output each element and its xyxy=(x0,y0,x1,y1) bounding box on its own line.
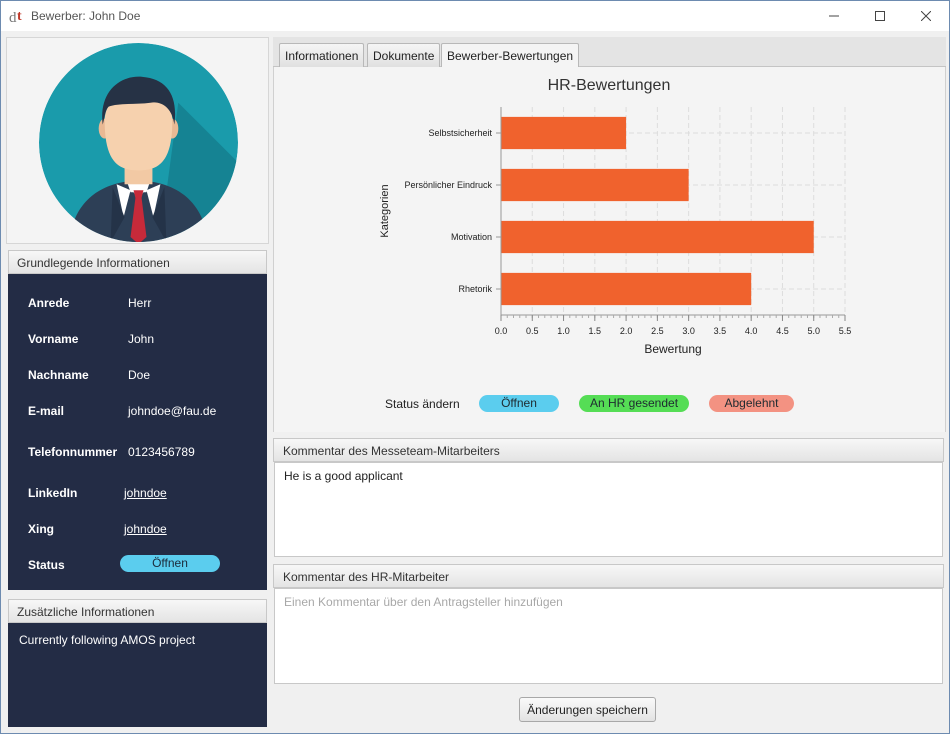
field-label: Telefonnummer xyxy=(28,445,118,459)
bar xyxy=(501,220,814,254)
x-tick-label: 1.0 xyxy=(557,326,570,336)
basic-info-header: Grundlegende Informationen xyxy=(8,250,267,274)
window-title: Bewerber: John Doe xyxy=(31,9,141,23)
tab-bar: Informationen Dokumente Bewerber-Bewertu… xyxy=(273,37,946,68)
avatar-container xyxy=(6,37,269,244)
avatar xyxy=(39,43,238,242)
x-tick-label: 5.0 xyxy=(807,326,820,336)
field-label: Nachname xyxy=(28,368,89,382)
x-tick-label: 5.5 xyxy=(839,326,852,336)
additional-info-header: Zusätzliche Informationen xyxy=(8,599,267,623)
tab-informationen[interactable]: Informationen xyxy=(279,43,365,67)
x-tick-label: 0.5 xyxy=(526,326,539,336)
x-tick-label: 3.5 xyxy=(714,326,727,336)
bar xyxy=(501,272,752,306)
y-tick-label: Persönlicher Eindruck xyxy=(404,180,492,190)
status-badge: Öffnen xyxy=(120,555,220,572)
applicant-sidebar: Grundlegende Informationen Anrede Herr V… xyxy=(6,37,269,731)
x-tick-label: 2.5 xyxy=(651,326,664,336)
field-value: Herr xyxy=(128,296,152,310)
basic-info-panel: Anrede Herr Vorname John Nachname Doe E-… xyxy=(8,274,267,590)
field-label: Vorname xyxy=(28,332,79,346)
application-window: d t Bewerber: John Doe Grundlegende Info… xyxy=(0,0,950,734)
x-tick-label: 4.5 xyxy=(776,326,789,336)
hr-comment-field[interactable] xyxy=(274,588,943,684)
x-tick-label: 0.0 xyxy=(495,326,508,336)
field-value: Doe xyxy=(128,368,151,382)
maximize-button[interactable] xyxy=(857,1,903,31)
tab-bewerber-bewertungen[interactable]: Bewerber-Bewertungen xyxy=(441,43,580,68)
y-axis-label: Kategorien xyxy=(379,184,391,237)
x-tick-label: 2.0 xyxy=(620,326,633,336)
additional-info-text: Currently following AMOS project xyxy=(19,633,196,647)
status-change-label: Status ändern xyxy=(385,397,460,411)
field-label: E-mail xyxy=(28,404,65,418)
hr-comment-header: Kommentar des HR-Mitarbeiter xyxy=(273,564,944,588)
field-value: John xyxy=(128,332,155,346)
chart-container: HR-Bewertungen Selbstsicherheit Persönlich… xyxy=(273,67,946,432)
messeteam-comment-header: Kommentar des Messeteam-Mitarbeiters xyxy=(273,438,944,462)
status-open-button[interactable]: Öffnen xyxy=(479,395,559,412)
field-value: johndoe@fau.de xyxy=(128,404,217,418)
rating-chart: HR-Bewertungen Selbstsicherheit Persönlich… xyxy=(379,77,852,356)
close-icon xyxy=(921,11,931,21)
bar xyxy=(501,116,627,150)
status-sent-to-hr-button[interactable]: An HR gesendet xyxy=(579,395,689,412)
x-tick-label: 1.5 xyxy=(589,326,602,336)
y-tick-label: Rhetorik xyxy=(458,284,492,294)
field-label: LinkedIn xyxy=(28,486,78,500)
x-tick-label: 4.0 xyxy=(745,326,758,336)
minimize-icon xyxy=(829,15,839,17)
messeteam-comment-field[interactable]: He is a good applicant xyxy=(274,462,943,557)
linkedin-link[interactable]: johndoe xyxy=(124,486,167,500)
y-tick-label: Motivation xyxy=(451,232,492,242)
app-logo-icon: d t xyxy=(9,9,22,25)
field-label: Status xyxy=(28,558,65,572)
additional-info-panel: Currently following AMOS project xyxy=(8,623,267,727)
title-bar: d t Bewerber: John Doe xyxy=(1,1,949,31)
main-panel: Informationen Dokumente Bewerber-Bewertu… xyxy=(273,37,946,731)
chart-title: HR-Bewertungen xyxy=(548,77,671,94)
close-button[interactable] xyxy=(903,1,949,31)
field-value: 0123456789 xyxy=(128,445,195,459)
bar xyxy=(501,168,689,202)
svg-text:t: t xyxy=(17,9,22,24)
save-changes-button[interactable]: Änderungen speichern xyxy=(519,697,656,722)
field-label: Xing xyxy=(28,522,54,536)
maximize-icon xyxy=(875,11,885,21)
y-tick-label: Selbstsicherheit xyxy=(428,128,492,138)
svg-text:d: d xyxy=(9,10,17,25)
field-label: Anrede xyxy=(28,296,70,310)
xing-link[interactable]: johndoe xyxy=(124,522,167,536)
minimize-button[interactable] xyxy=(811,1,857,31)
content-area: Grundlegende Informationen Anrede Herr V… xyxy=(6,37,946,731)
x-axis-label: Bewertung xyxy=(644,342,701,356)
tab-dokumente[interactable]: Dokumente xyxy=(367,43,441,67)
status-rejected-button[interactable]: Abgelehnt xyxy=(709,395,794,412)
x-tick-label: 3.0 xyxy=(682,326,695,336)
